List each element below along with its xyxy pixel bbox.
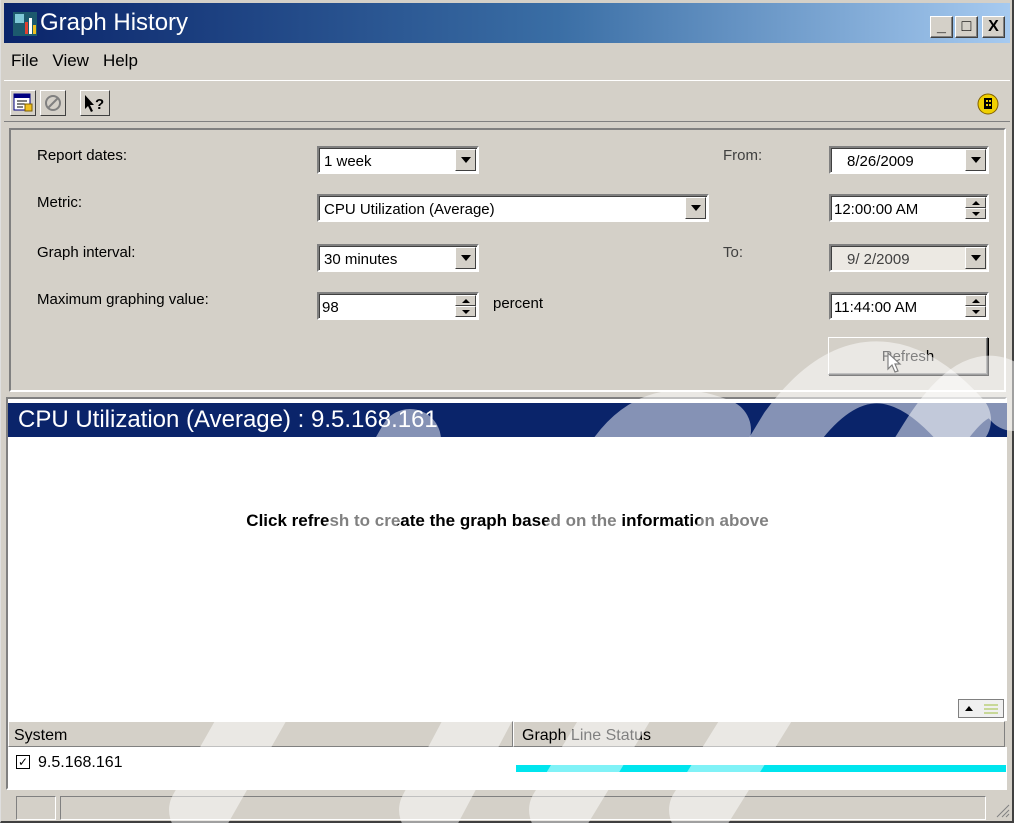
close-button[interactable]: X	[982, 16, 1005, 38]
graph-panel: CPU Utilization (Average) : 9.5.168.161 …	[6, 397, 1007, 790]
column-header-system[interactable]: System	[8, 721, 513, 747]
graph-interval-label: Graph interval:	[37, 244, 136, 261]
menu-bar: File View Help	[4, 48, 145, 76]
to-time-spinner[interactable]: 11:44:00 AM	[829, 292, 989, 320]
metric-dropdown[interactable]: CPU Utilization (Average)	[317, 194, 709, 222]
max-graphing-value-label: Maximum graphing value:	[37, 291, 209, 308]
minimize-button[interactable]: _	[930, 16, 953, 38]
status-pane-1	[16, 796, 56, 820]
graph-placeholder-message: Click refresh to create the graph based …	[246, 511, 769, 530]
metric-label: Metric:	[37, 194, 82, 211]
refresh-button[interactable]: Refresh	[828, 337, 988, 375]
status-bar	[4, 794, 1011, 820]
chevron-down-icon[interactable]	[965, 247, 986, 269]
max-graphing-value-spinner[interactable]: 98	[317, 292, 479, 320]
spin-down-button[interactable]	[455, 306, 476, 317]
menu-view[interactable]: View	[45, 48, 96, 76]
title-bar[interactable]: Graph History _ □ X	[4, 3, 1010, 43]
spin-down-button[interactable]	[965, 208, 986, 219]
spin-up-button[interactable]	[965, 295, 986, 306]
whats-this-button[interactable]: ?	[80, 90, 110, 116]
percent-unit-label: percent	[493, 295, 544, 312]
properties-button[interactable]	[10, 90, 36, 116]
spin-up-button[interactable]	[455, 295, 476, 306]
whats-this-help-icon: ?	[85, 95, 104, 113]
to-time-value: 11:44:00 AM	[834, 299, 918, 316]
status-pane-2	[60, 796, 986, 820]
maximize-button[interactable]: □	[955, 16, 978, 38]
window-title: Graph History	[40, 9, 189, 36]
graph-line-status-indicator	[516, 765, 1006, 772]
arrow-up-icon	[964, 706, 973, 711]
from-date-value: 8/26/2009	[847, 153, 914, 170]
legend-toggle-button[interactable]	[958, 699, 1004, 718]
connection-status-icon	[977, 93, 999, 115]
menu-help[interactable]: Help	[96, 48, 145, 76]
app-icon	[13, 12, 37, 36]
resize-grip-icon[interactable]	[992, 800, 1010, 818]
to-date-picker[interactable]: 9/ 2/2009	[829, 244, 989, 272]
spinner-buttons[interactable]	[965, 197, 986, 219]
metric-value: CPU Utilization (Average)	[324, 201, 495, 218]
from-time-value: 12:00:00 AM	[834, 201, 919, 218]
chevron-down-icon[interactable]	[455, 247, 476, 269]
from-label: From:	[723, 147, 763, 164]
menu-file[interactable]: File	[4, 48, 45, 76]
graph-interval-value: 30 minutes	[324, 251, 398, 268]
system-name: 9.5.168.161	[38, 754, 123, 771]
to-label: To:	[723, 244, 744, 261]
from-date-picker[interactable]: 8/26/2009	[829, 146, 989, 174]
from-time-spinner[interactable]: 12:00:00 AM	[829, 194, 989, 222]
spinner-buttons[interactable]	[965, 295, 986, 317]
list-icon	[983, 704, 998, 713]
system-checkbox[interactable]: ✓	[16, 755, 30, 769]
report-dates-dropdown[interactable]: 1 week	[317, 146, 479, 174]
spinner-buttons[interactable]	[455, 295, 476, 317]
spin-down-button[interactable]	[965, 306, 986, 317]
table-row[interactable]: ✓ 9.5.168.161	[8, 751, 1007, 781]
stop-icon	[45, 95, 61, 111]
graph-header: CPU Utilization (Average) : 9.5.168.161	[8, 403, 1007, 437]
legend-table-header: System Graph Line Status	[8, 721, 1007, 747]
stop-button[interactable]	[40, 90, 66, 116]
chevron-down-icon[interactable]	[455, 149, 476, 171]
properties-icon	[13, 93, 33, 112]
svg-text:?: ?	[95, 96, 104, 113]
graph-history-window: Graph History _ □ X File View Help ? Rep…	[0, 0, 1014, 823]
mouse-cursor-icon	[887, 352, 902, 373]
graph-interval-dropdown[interactable]: 30 minutes	[317, 244, 479, 272]
toolbar: ?	[4, 80, 1010, 122]
max-graphing-value: 98	[322, 299, 339, 316]
report-dates-label: Report dates:	[37, 147, 128, 164]
to-date-value: 9/ 2/2009	[847, 251, 910, 268]
spin-up-button[interactable]	[965, 197, 986, 208]
column-header-graph-line-status[interactable]: Graph Line Status	[513, 721, 1005, 747]
chevron-down-icon[interactable]	[965, 149, 986, 171]
report-dates-value: 1 week	[324, 153, 372, 170]
chevron-down-icon[interactable]	[685, 197, 706, 219]
parameters-panel: Report dates: 1 week Metric: CPU Utiliza…	[9, 128, 1006, 392]
